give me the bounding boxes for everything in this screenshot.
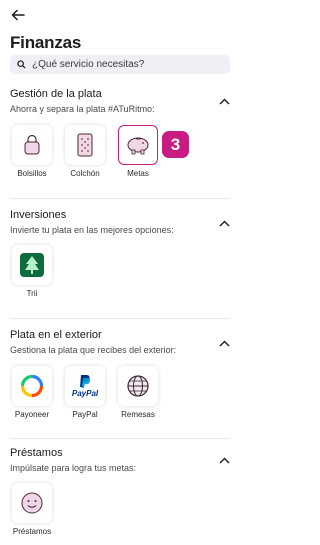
section-title: Plata en el exterior xyxy=(10,329,102,341)
tile-label: Remesas xyxy=(121,410,155,419)
tile-remesas[interactable]: Remesas xyxy=(116,366,160,419)
tree-icon xyxy=(20,253,44,277)
section-title: Inversiones xyxy=(10,209,67,221)
smiley-icon xyxy=(21,492,43,514)
tile-payoneer[interactable]: Payoneer xyxy=(10,366,54,419)
tile-label: Colchón xyxy=(70,169,100,178)
section-subtitle: Gestiona la plata que recibes del exteri… xyxy=(10,345,177,355)
section-subtitle: Invierte tu plata en las mejores opcione… xyxy=(10,225,174,235)
tile-label: PayPal xyxy=(72,410,98,419)
divider xyxy=(10,318,230,319)
tile-label: Préstamos xyxy=(12,527,52,536)
search-placeholder: ¿Qué servicio necesitas? xyxy=(32,59,145,70)
section-subtitle: Ahorra y separa la plata #ATuRitmo: xyxy=(10,104,155,114)
chevron-up-icon[interactable] xyxy=(219,98,230,105)
tile-metas[interactable]: Metas xyxy=(116,125,160,178)
tile-trii[interactable]: Trii xyxy=(10,245,54,298)
globe-icon xyxy=(127,375,149,397)
section-subtitle: Impúlsate para logra tus metas: xyxy=(10,463,137,473)
paypal-logo xyxy=(80,375,91,388)
search-input[interactable]: ¿Qué servicio necesitas? xyxy=(10,55,230,74)
divider xyxy=(10,198,230,199)
tile-paypal[interactable]: PayPal PayPal xyxy=(63,366,107,419)
tile-label: Bolsillos xyxy=(17,169,47,178)
paypal-wordmark: PayPal xyxy=(71,389,99,398)
chevron-up-icon[interactable] xyxy=(219,220,230,227)
chevron-up-icon[interactable] xyxy=(219,340,230,347)
payoneer-logo xyxy=(20,374,44,398)
chevron-up-icon[interactable] xyxy=(219,457,230,464)
tile-label: Payoneer xyxy=(14,410,50,419)
page-title: Finanzas xyxy=(10,33,82,52)
search-icon xyxy=(17,60,26,69)
section-title: Préstamos xyxy=(10,447,63,459)
step-badge: 3 xyxy=(162,131,189,158)
section-title: Gestión de la plata xyxy=(10,88,102,100)
tile-label: Metas xyxy=(127,169,149,178)
mattress-icon xyxy=(77,133,93,157)
tile-bolsillos[interactable]: Bolsillos xyxy=(10,125,54,178)
tile-colchon[interactable]: Colchón xyxy=(63,125,107,178)
divider xyxy=(10,438,230,439)
piggy-bank-icon xyxy=(127,137,149,155)
tile-label: Trii xyxy=(26,289,38,298)
lock-icon xyxy=(24,134,40,155)
back-arrow-icon[interactable] xyxy=(10,7,26,23)
tile-prestamos[interactable]: Préstamos xyxy=(10,483,54,536)
